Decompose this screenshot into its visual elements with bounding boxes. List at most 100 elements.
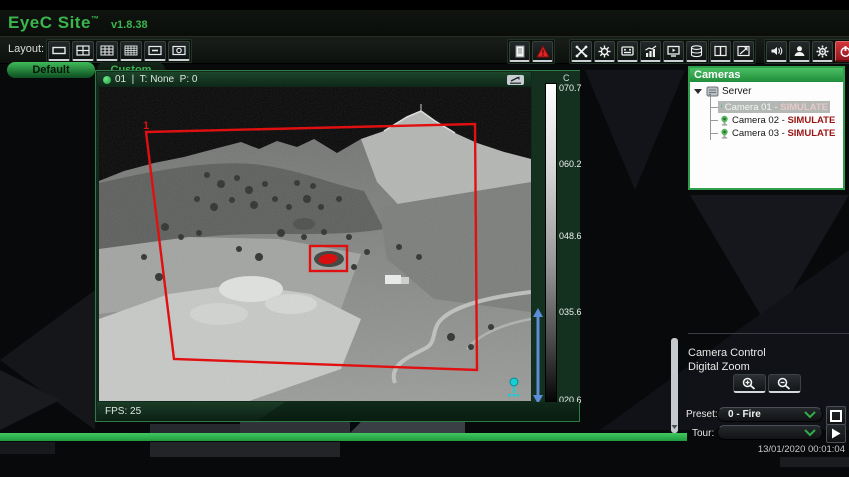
resize-button[interactable] [733, 41, 754, 62]
stop-icon [830, 410, 842, 422]
preset-label: Preset: [686, 409, 718, 420]
layout-label: Layout: [8, 43, 44, 55]
layout-grid3-button[interactable] [96, 41, 118, 61]
chevron-down-icon [804, 429, 816, 437]
alarm-buttons-group [507, 39, 555, 64]
system-buttons-group [764, 39, 849, 64]
layout-grid2-icon [76, 45, 90, 56]
server-label: Server [722, 86, 751, 97]
camera-simulate-tag: SIMULATE [787, 128, 835, 139]
cameras-title: Cameras [694, 69, 740, 81]
panel-scrollbar[interactable] [671, 338, 678, 433]
video-header[interactable]: 01 | T: None P: 0 [97, 72, 531, 87]
preset-stop-button[interactable] [826, 406, 846, 425]
alarm-button[interactable] [532, 41, 553, 62]
temp-tick: 070.7 [559, 83, 582, 93]
recorder-icon [621, 45, 634, 57]
user-button[interactable] [789, 41, 810, 62]
layout-grid4-button[interactable] [120, 41, 142, 61]
preset-dropdown[interactable]: 0 - Fire [717, 407, 823, 422]
audio-button[interactable] [766, 41, 787, 62]
layout-buttons-group [46, 39, 192, 63]
thermal-video-frame[interactable]: 1 [99, 87, 531, 401]
thermal-scene [99, 87, 531, 401]
camera-tree-item-3[interactable]: Camera 03 - SIMULATE [718, 127, 837, 139]
temp-tick: 060.2 [559, 159, 582, 169]
layout-strip-icon [148, 45, 162, 56]
app-version: v1.8.38 [111, 19, 148, 31]
tree-node-server[interactable]: Server [694, 85, 751, 97]
camera-simulate-tag: SIMULATE [787, 115, 835, 126]
layout-sequence-icon [172, 45, 186, 56]
video-header-text: 01 | T: None P: 0 [115, 74, 197, 85]
camera-status-dot [103, 76, 111, 84]
tab-default[interactable]: Default [7, 62, 95, 78]
camera-tree-item-1[interactable]: Camera 01 - SIMULATE [718, 101, 830, 113]
controls-separator [688, 333, 849, 334]
tools-buttons-group [569, 39, 709, 64]
layout-grid2-button[interactable] [72, 41, 94, 61]
view-buttons-group [708, 39, 756, 64]
power-button[interactable] [835, 41, 849, 62]
alarm-icon [536, 45, 550, 58]
camera-tree-item-2[interactable]: Camera 02 - SIMULATE [718, 114, 837, 126]
settings-gear-icon [816, 45, 829, 58]
tree-expand-icon[interactable] [694, 88, 703, 95]
video-panel: 01 | T: None P: 0 [95, 70, 580, 422]
play-icon [831, 428, 841, 439]
main-toolbar: Layout: [0, 36, 849, 64]
tour-play-button[interactable] [826, 424, 846, 443]
preset-value: 0 - Fire [728, 409, 761, 420]
split-view-button[interactable] [710, 41, 731, 62]
cameras-panel: Cameras Server Camera 01 - SIMULATE Came… [688, 66, 845, 190]
title-bar: EyeC Site™v1.8.38 [0, 10, 849, 36]
layout-grid4-icon [124, 45, 138, 56]
zoom-in-button[interactable] [733, 374, 766, 393]
datetime-display: 13/01/2020 00:01:04 [730, 444, 845, 455]
layout-single-button[interactable] [48, 41, 70, 61]
fps-status-bar: FPS: 25 [97, 402, 579, 421]
processing-gear-icon [598, 45, 611, 58]
scroll-down-icon[interactable] [671, 424, 678, 430]
cameras-panel-header: Cameras [690, 68, 843, 82]
monitor-icon [667, 45, 680, 57]
layout-strip-button[interactable] [144, 41, 166, 61]
fps-label: FPS: 25 [105, 406, 141, 417]
recorder-button[interactable] [617, 41, 638, 62]
database-button[interactable] [686, 41, 707, 62]
status-green-bar [0, 433, 687, 441]
layout-sequence-button[interactable] [168, 41, 190, 61]
tools-button[interactable] [571, 41, 592, 62]
zoom-out-icon [776, 377, 793, 390]
monitor-button[interactable] [663, 41, 684, 62]
server-icon [706, 86, 719, 97]
tour-dropdown[interactable] [717, 425, 823, 440]
speaker-icon [770, 45, 783, 57]
tab-default-label: Default [32, 64, 69, 76]
document-button[interactable] [509, 41, 530, 62]
temp-tick: 048.6 [559, 231, 582, 241]
statistics-button[interactable] [640, 41, 661, 62]
temp-unit-label: C [563, 73, 570, 83]
temp-tick: 035.6 [559, 307, 582, 317]
zoom-in-icon [741, 377, 758, 390]
digital-zoom-label: Digital Zoom [688, 361, 750, 373]
split-view-icon [714, 45, 727, 57]
top-strip [0, 0, 849, 10]
camera-tree: Server Camera 01 - SIMULATE Camera 02 - … [690, 82, 843, 188]
resize-icon [737, 45, 750, 57]
tour-label: Tour: [692, 428, 714, 439]
statistics-icon [644, 45, 657, 58]
database-icon [690, 45, 703, 58]
app-title: EyeC Site [8, 13, 91, 32]
popout-icon[interactable] [507, 75, 524, 85]
settings-button[interactable] [812, 41, 833, 62]
chevron-down-icon [804, 411, 816, 419]
camera-icon [720, 128, 729, 139]
processing-button[interactable] [594, 41, 615, 62]
user-icon [793, 45, 806, 57]
camera-icon [720, 102, 722, 113]
temp-range-slider[interactable] [532, 308, 544, 404]
camera-name: Camera 03 - [732, 128, 787, 139]
zoom-out-button[interactable] [768, 374, 801, 393]
